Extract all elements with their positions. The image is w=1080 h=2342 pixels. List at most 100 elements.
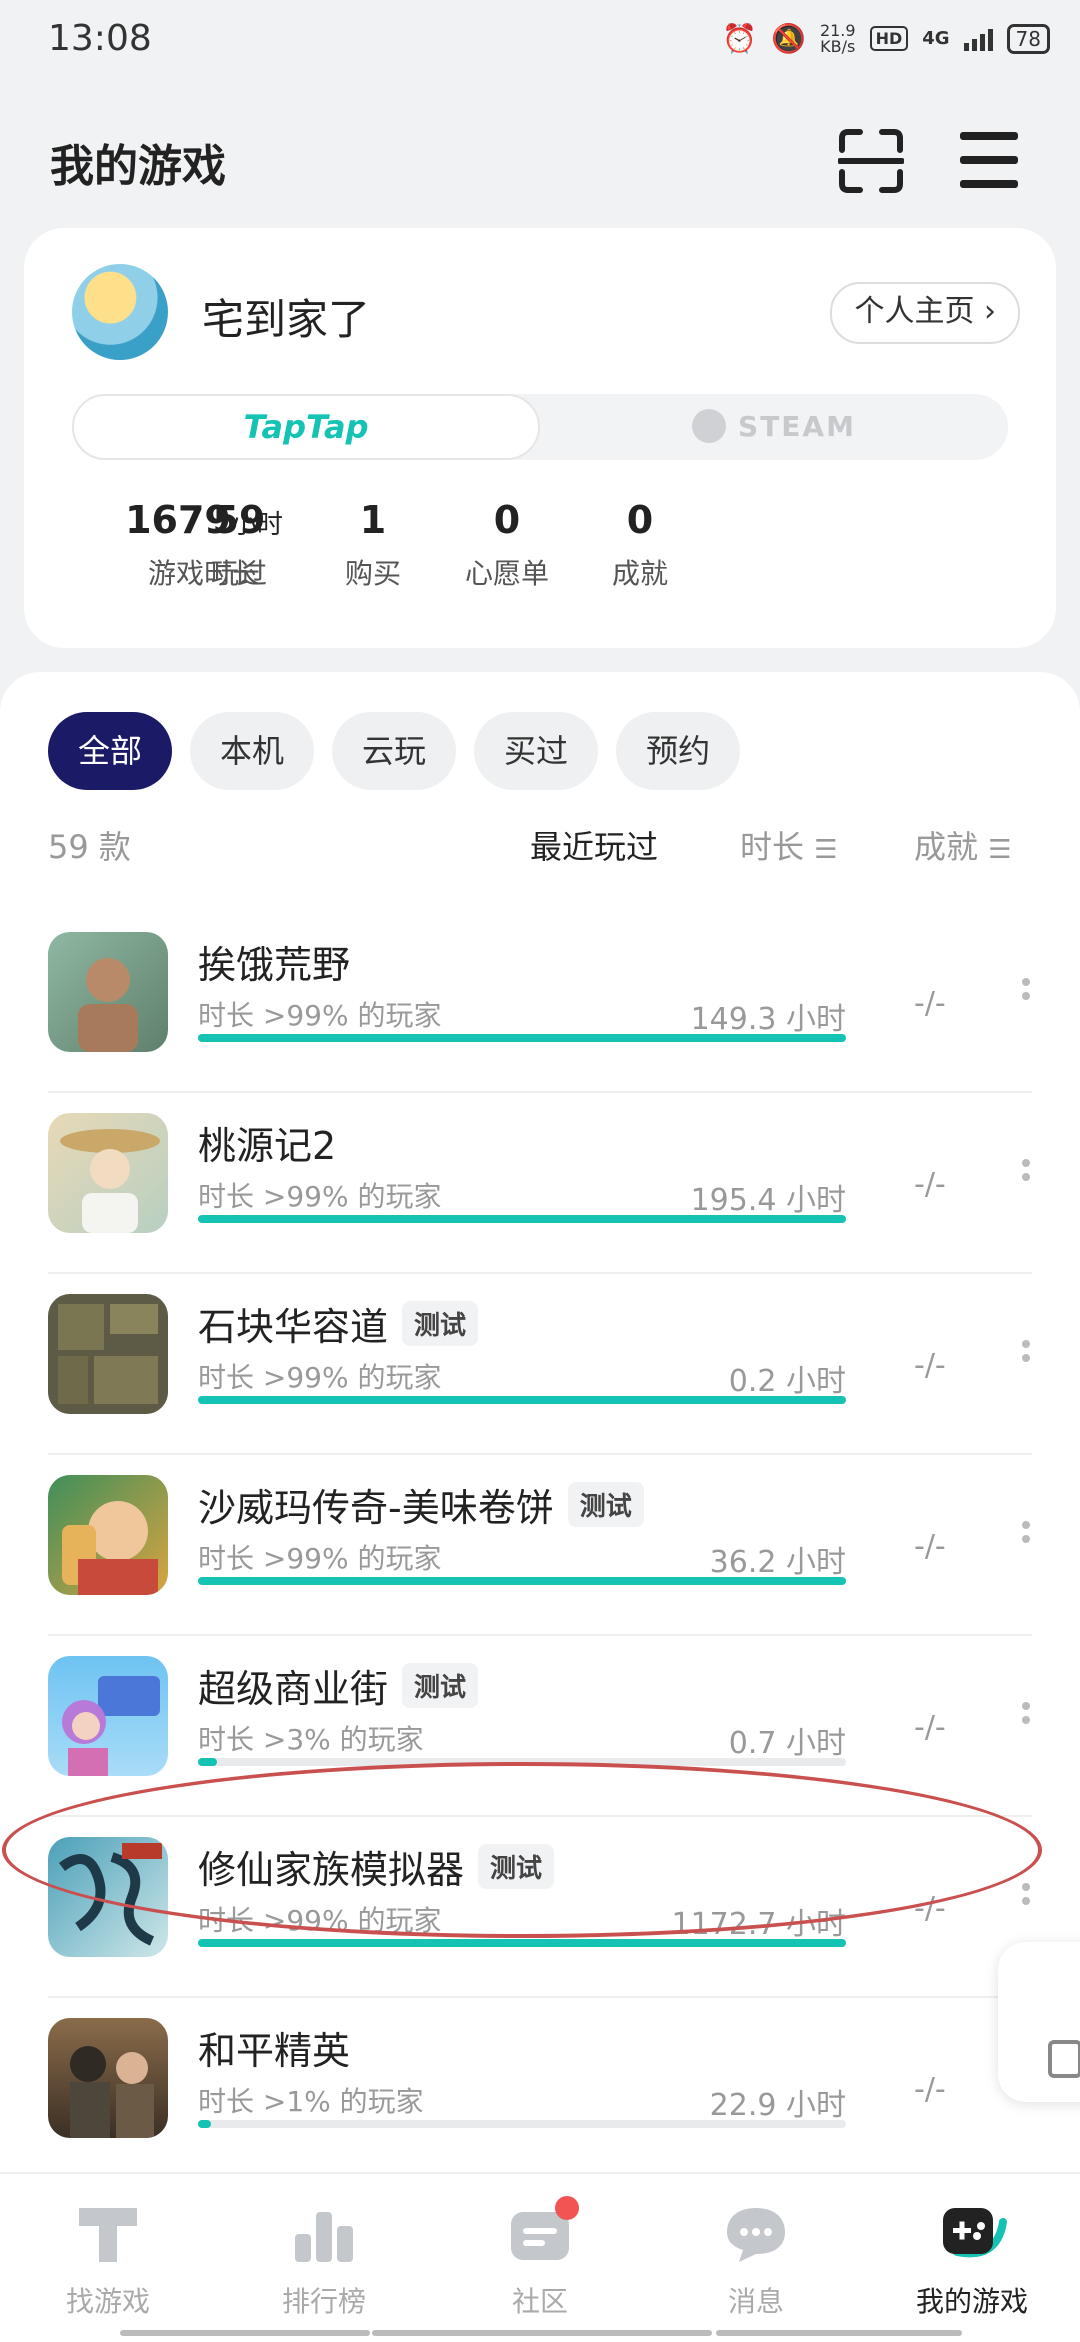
playtime-bar — [198, 1215, 846, 1223]
network-speed: 21.9 KB/s — [819, 20, 856, 56]
playtime-bar-fill — [198, 1396, 846, 1404]
sort-recent[interactable]: 最近玩过 — [530, 822, 658, 868]
game-name[interactable]: 超级商业街 测试 — [198, 1658, 479, 1713]
game-icon-stone-puzzle[interactable] — [48, 1294, 168, 1414]
page-title: 我的游戏 — [50, 141, 226, 192]
filter-bought[interactable]: 买过 — [474, 712, 599, 790]
steam-icon — [692, 409, 727, 443]
game-hours: 0.7 小时 — [728, 1726, 846, 1761]
playtime-bar-fill — [198, 1215, 846, 1223]
nav-messages[interactable]: 消息 — [656, 2202, 856, 2320]
nav-find-games[interactable]: 找游戏 — [8, 2202, 208, 2320]
more-options-icon[interactable] — [1018, 978, 1034, 1018]
test-tag: 测试 — [567, 1482, 644, 1527]
filter-cloud[interactable]: 云玩 — [332, 712, 457, 790]
more-options-icon[interactable] — [1018, 1159, 1034, 1199]
playtime-bar — [198, 2120, 846, 2128]
game-count: 59 款 — [48, 828, 131, 866]
game-row[interactable]: 挨饿荒野 时长 >99% 的玩家 149.3 小时 -/- — [0, 912, 1080, 1093]
game-achievement: -/- — [914, 1348, 946, 1383]
game-row[interactable]: 和平精英 时长 >1% 的玩家 22.9 小时 -/- — [0, 1998, 1080, 2179]
filter-local[interactable]: 本机 — [190, 712, 315, 790]
sort-icon: ☰ — [988, 835, 1012, 865]
game-name[interactable]: 挨饿荒野 — [198, 934, 350, 989]
game-row[interactable]: 桃源记2 时长 >99% 的玩家 195.4 小时 -/- — [0, 1093, 1080, 1274]
ranking-icon — [289, 2202, 359, 2266]
game-name[interactable]: 修仙家族模拟器 测试 — [198, 1839, 555, 1894]
stat-achievements[interactable]: 0 成就 — [540, 498, 740, 592]
signal-icon — [963, 27, 993, 51]
game-percentile: 时长 >99% 的玩家 — [198, 1542, 442, 1575]
playtime-bar — [198, 1034, 846, 1042]
network-type: 4G — [922, 28, 950, 49]
game-row[interactable]: 石块华容道 测试 时长 >99% 的玩家 0.2 小时 -/- — [0, 1274, 1080, 1455]
game-achievement: -/- — [914, 1167, 946, 1202]
test-tag: 测试 — [402, 1301, 479, 1346]
game-name[interactable]: 和平精英 — [198, 2020, 350, 2075]
filter-chips: 全部 本机 云玩 买过 预约 — [48, 712, 741, 790]
game-name[interactable]: 沙威玛传奇-美味卷饼 测试 — [198, 1477, 644, 1532]
playtime-bar-fill — [198, 1758, 218, 1766]
game-achievement: -/- — [914, 1529, 946, 1564]
profile-home-button[interactable]: 个人主页 › — [830, 282, 1020, 344]
alarm-icon: ⏰ — [722, 22, 758, 55]
floating-download-button[interactable] — [998, 1942, 1080, 2102]
status-bar: 13:08 ⏰ 🔕 21.9 KB/s HD 4G 78 — [0, 0, 1080, 80]
game-achievement: -/- — [914, 986, 946, 1021]
game-icon-starving-wild[interactable] — [48, 932, 168, 1052]
game-achievement: -/- — [914, 1891, 946, 1926]
more-options-icon[interactable] — [1018, 1521, 1034, 1561]
avatar[interactable] — [72, 264, 168, 360]
playtime-bar — [198, 1396, 846, 1404]
menu-button[interactable] — [960, 132, 1018, 188]
gesture-bar — [716, 2330, 962, 2336]
playtime-bar-fill — [198, 1034, 846, 1042]
game-row[interactable]: 沙威玛传奇-美味卷饼 测试 时长 >99% 的玩家 36.2 小时 -/- — [0, 1455, 1080, 1636]
game-percentile: 时长 >99% 的玩家 — [198, 1904, 442, 1937]
tab-taptap[interactable]: TapTap — [72, 394, 540, 460]
game-icon-xiuxian[interactable] — [48, 1837, 168, 1957]
playtime-bar-fill — [198, 1939, 846, 1947]
game-achievement: -/- — [914, 2072, 946, 2107]
sort-achievement[interactable]: 成就 ☰ — [914, 822, 1012, 868]
stats-row: 1679小时 游戏时长 59 玩过 1 购买 0 心愿单 0 成就 — [24, 498, 1056, 608]
username[interactable]: 宅到家了 — [202, 286, 370, 347]
tab-steam[interactable]: STEAM — [540, 394, 1008, 460]
download-icon — [1048, 2040, 1080, 2078]
playtime-bar — [198, 1939, 846, 1947]
gesture-bar — [372, 2330, 712, 2336]
more-options-icon[interactable] — [1018, 1340, 1034, 1380]
message-icon — [721, 2202, 791, 2266]
game-name[interactable]: 桃源记2 — [198, 1115, 336, 1170]
game-percentile: 时长 >3% 的玩家 — [198, 1723, 424, 1756]
game-icon-super-mall[interactable] — [48, 1656, 168, 1776]
game-icon-shawarma[interactable] — [48, 1475, 168, 1595]
game-row[interactable]: 修仙家族模拟器 测试 时长 >99% 的玩家 1172.7 小时 -/- — [0, 1817, 1080, 1998]
nav-ranking[interactable]: 排行榜 — [224, 2202, 424, 2320]
game-name[interactable]: 石块华容道 测试 — [198, 1296, 479, 1351]
filter-reserved[interactable]: 预约 — [616, 712, 741, 790]
scan-icon — [837, 129, 905, 193]
game-icon-peacekeeper-elite[interactable] — [48, 2018, 168, 2138]
nav-my-games[interactable]: 我的游戏 — [872, 2202, 1072, 2320]
game-hours: 0.2 小时 — [728, 1364, 846, 1399]
sort-duration[interactable]: 时长 ☰ — [740, 822, 838, 868]
game-percentile: 时长 >99% 的玩家 — [198, 999, 442, 1032]
nav-community[interactable]: 社区 — [440, 2196, 640, 2320]
game-hours: 36.2 小时 — [709, 1545, 846, 1580]
scan-button[interactable] — [837, 128, 905, 194]
playtime-bar — [198, 1758, 846, 1766]
more-options-icon[interactable] — [1018, 1883, 1034, 1923]
filter-all[interactable]: 全部 — [48, 712, 173, 790]
find-games-icon — [73, 2202, 143, 2266]
test-tag: 测试 — [402, 1663, 479, 1708]
game-percentile: 时长 >99% 的玩家 — [198, 1361, 442, 1394]
game-row[interactable]: 超级商业街 测试 时长 >3% 的玩家 0.7 小时 -/- — [0, 1636, 1080, 1817]
game-icon-taoyuanji[interactable] — [48, 1113, 168, 1233]
status-time: 13:08 — [48, 18, 152, 59]
game-hours: 195.4 小时 — [690, 1183, 846, 1218]
more-options-icon[interactable] — [1018, 1702, 1034, 1742]
game-hours: 1172.7 小时 — [671, 1907, 846, 1942]
game-percentile: 时长 >99% 的玩家 — [198, 1180, 442, 1213]
sort-bar: 59 款 最近玩过 时长 ☰ 成就 ☰ — [48, 822, 1038, 872]
